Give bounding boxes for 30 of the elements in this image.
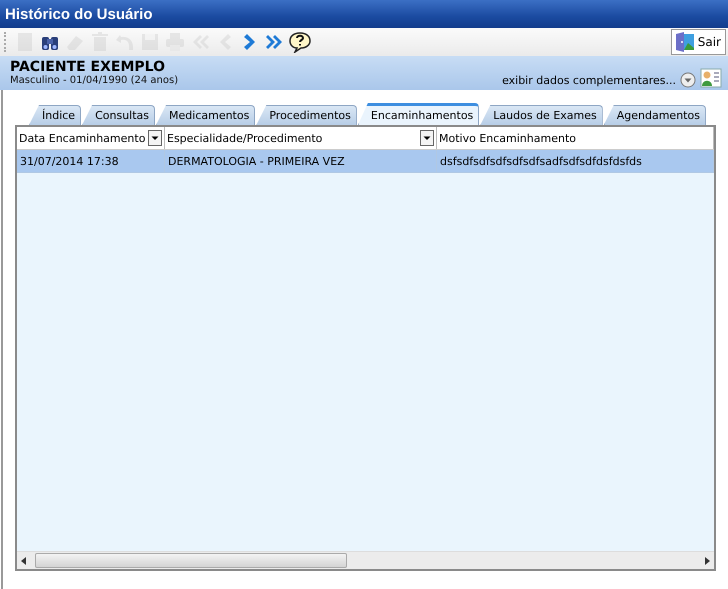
trash-icon: [89, 31, 111, 53]
table-cell: dsfsdfsdfsdfsdfsdfsadfsdfsdfdsfdsfds: [437, 150, 714, 172]
scroll-thumb[interactable]: [35, 553, 347, 568]
table-cell: 31/07/2014 17:38: [17, 150, 165, 172]
column-header[interactable]: Motivo Encaminhamento: [437, 127, 714, 149]
patient-details: Masculino - 01/04/1990 (24 anos): [10, 75, 178, 86]
window-title: Histórico do Usuário: [5, 6, 153, 22]
table-row[interactable]: 31/07/2014 17:38 DERMATOLOGIA - PRIMEIRA VEZ dsfsdfsdfsdfsdfsdfsadfsdfsdfdsfdsfds: [17, 150, 714, 173]
horizontal-scrollbar[interactable]: [17, 551, 714, 569]
expand-icon[interactable]: [680, 72, 696, 88]
more-data-link[interactable]: exibir dados complementares...: [502, 74, 676, 87]
dropdown-icon[interactable]: [420, 130, 434, 146]
tab[interactable]: Procedimentos: [256, 105, 357, 125]
tab[interactable]: Consultas: [82, 105, 156, 125]
column-header[interactable]: Especialidade/Procedimento: [165, 127, 437, 149]
tab[interactable]: Agendamentos: [604, 105, 706, 125]
exit-button[interactable]: Sair: [670, 29, 726, 55]
tab[interactable]: Medicamentos: [156, 105, 256, 125]
dropdown-icon[interactable]: [148, 130, 162, 146]
help-icon: [289, 31, 311, 53]
column-header[interactable]: Data Encaminhamento: [17, 127, 165, 149]
door-icon: [674, 31, 695, 53]
printer-icon: [164, 31, 186, 53]
tab[interactable]: Índice: [29, 105, 82, 125]
help-button[interactable]: [288, 30, 312, 54]
tab[interactable]: Laudos de Exames: [480, 105, 603, 125]
patient-name: PACIENTE EXEMPLO: [10, 59, 166, 75]
contact-card-icon[interactable]: [700, 68, 722, 88]
tab[interactable]: Encaminhamentos: [358, 103, 480, 125]
table-cell: DERMATOLOGIA - PRIMEIRA VEZ: [165, 150, 437, 172]
